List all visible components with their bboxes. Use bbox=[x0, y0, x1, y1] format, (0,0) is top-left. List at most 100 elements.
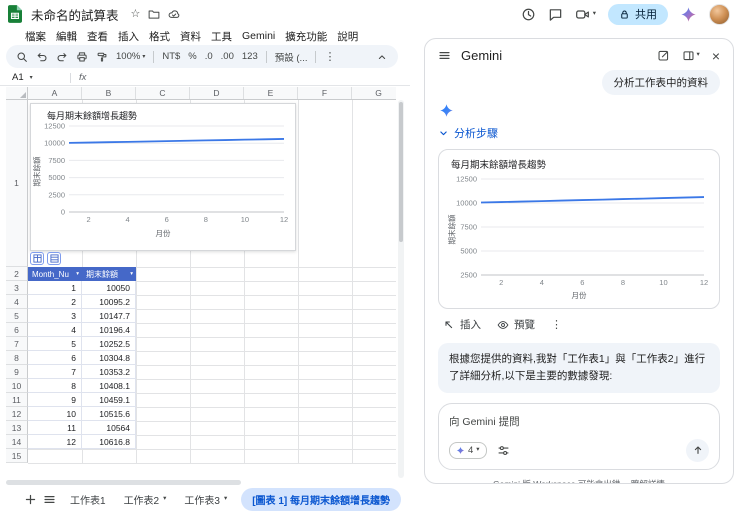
menu-item[interactable]: 編輯 bbox=[51, 28, 82, 45]
row-header[interactable]: 4 bbox=[6, 295, 28, 309]
formula-input[interactable] bbox=[86, 70, 410, 85]
name-box[interactable]: A1 ▾ bbox=[12, 72, 62, 83]
currency-format-button[interactable]: NT$ bbox=[162, 51, 180, 62]
gemini-ask-input[interactable] bbox=[449, 415, 709, 428]
column-header[interactable]: D bbox=[190, 87, 244, 99]
menu-item[interactable]: 擴充功能 bbox=[280, 28, 332, 45]
comments-icon[interactable] bbox=[548, 7, 563, 22]
table-cell[interactable]: 2 bbox=[28, 295, 82, 308]
meet-button[interactable]: ▾ bbox=[575, 7, 596, 22]
column-header[interactable]: G bbox=[352, 87, 396, 99]
filter-chevron-icon[interactable]: ▾ bbox=[130, 271, 133, 277]
version-history-icon[interactable] bbox=[521, 7, 536, 22]
table-cell[interactable]: 10147.7 bbox=[82, 309, 136, 322]
collapse-toolbar-button[interactable] bbox=[376, 51, 388, 63]
increase-decimal-button[interactable]: .00 bbox=[221, 51, 234, 62]
more-options-icon[interactable]: ⋮ bbox=[551, 318, 562, 331]
table-header-cell[interactable]: Month_Nu ▾ bbox=[28, 267, 82, 281]
tune-icon[interactable] bbox=[497, 444, 510, 457]
table-cell[interactable]: 10459.1 bbox=[82, 393, 136, 406]
row-header[interactable]: 7 bbox=[6, 337, 28, 351]
cloud-status-icon[interactable] bbox=[168, 8, 180, 20]
scrollbar-thumb[interactable] bbox=[399, 102, 403, 242]
table-cell[interactable]: 10564 bbox=[82, 421, 136, 434]
table-cell[interactable]: 11 bbox=[28, 421, 82, 434]
sheet-tab[interactable]: 工作表1 bbox=[62, 489, 114, 510]
all-sheets-button[interactable] bbox=[43, 493, 56, 506]
print-button[interactable] bbox=[76, 51, 88, 63]
search-menus-button[interactable] bbox=[16, 51, 28, 63]
toolbar-more-button[interactable]: ⋮ bbox=[324, 50, 335, 63]
menu-item[interactable]: 查看 bbox=[82, 28, 113, 45]
move-folder-icon[interactable] bbox=[148, 8, 160, 20]
table-cell[interactable]: 1 bbox=[28, 281, 82, 294]
column-header[interactable]: C bbox=[136, 87, 190, 99]
share-button[interactable]: 共用 bbox=[608, 3, 668, 25]
send-button[interactable] bbox=[686, 438, 709, 462]
account-avatar[interactable] bbox=[709, 3, 730, 25]
table-cell[interactable]: 10095.2 bbox=[82, 295, 136, 308]
horizontal-scrollbar[interactable] bbox=[6, 480, 396, 485]
select-all-corner[interactable] bbox=[6, 87, 28, 99]
table-cell[interactable]: 3 bbox=[28, 309, 82, 322]
column-header[interactable]: F bbox=[298, 87, 352, 99]
table-cell[interactable]: 10304.8 bbox=[82, 351, 136, 364]
menu-icon[interactable] bbox=[438, 49, 451, 62]
menu-item[interactable]: Gemini bbox=[237, 29, 280, 43]
column-header[interactable]: B bbox=[82, 87, 136, 99]
row-header[interactable]: 14 bbox=[6, 435, 28, 449]
row-header[interactable]: 12 bbox=[6, 407, 28, 421]
sheet-tab[interactable]: 工作表3 ▾ bbox=[176, 489, 235, 510]
table-cell[interactable]: 4 bbox=[28, 323, 82, 336]
table-cell[interactable]: 7 bbox=[28, 365, 82, 378]
add-sheet-button[interactable] bbox=[24, 493, 37, 506]
model-selector[interactable]: 4 ▾ bbox=[449, 441, 487, 459]
filter-chevron-icon[interactable]: ▾ bbox=[76, 271, 79, 277]
column-header[interactable]: E bbox=[244, 87, 298, 99]
percent-format-button[interactable]: % bbox=[188, 51, 196, 62]
learn-more-link[interactable]: 瞭解詳情 bbox=[631, 479, 665, 483]
menu-item[interactable]: 檔案 bbox=[20, 28, 51, 45]
row-header[interactable]: 1 bbox=[6, 100, 28, 267]
star-icon[interactable]: ☆ bbox=[131, 8, 141, 20]
new-chat-icon[interactable] bbox=[657, 49, 670, 62]
spreadsheet-grid[interactable]: 1 2 3 4 5 6 7 8 9 10 11 12 13 14 15 每月期末餘額增長趨勢 0 2500 50… bbox=[6, 100, 396, 478]
undo-button[interactable] bbox=[36, 51, 48, 63]
analysis-steps-toggle[interactable]: 分析步驟 bbox=[425, 118, 733, 145]
table-cell[interactable]: 9 bbox=[28, 393, 82, 406]
menu-item[interactable]: 資料 bbox=[175, 28, 206, 45]
table-cell[interactable]: 10616.8 bbox=[82, 435, 136, 448]
sheets-logo-icon[interactable] bbox=[8, 5, 22, 23]
sheet-tab[interactable]: 工作表2 ▾ bbox=[116, 489, 175, 510]
font-selector[interactable]: 預設 (... bbox=[275, 50, 308, 64]
document-title[interactable]: 未命名的試算表 bbox=[31, 5, 119, 24]
vertical-scrollbar[interactable] bbox=[398, 100, 404, 478]
table-cell[interactable]: 10353.2 bbox=[82, 365, 136, 378]
table-chip-icon[interactable] bbox=[30, 252, 44, 265]
preview-chart-button[interactable]: 預覽 bbox=[497, 317, 535, 332]
active-sheet-tab[interactable]: [圖表 1] 每月期末餘額增長趨勢 bbox=[241, 488, 401, 511]
table-cell[interactable]: 10196.4 bbox=[82, 323, 136, 336]
row-header[interactable]: 2 bbox=[6, 267, 28, 281]
decrease-decimal-button[interactable]: .0 bbox=[205, 51, 213, 62]
row-header[interactable]: 8 bbox=[6, 351, 28, 365]
menu-item[interactable]: 插入 bbox=[113, 28, 144, 45]
table-cell[interactable]: 10408.1 bbox=[82, 379, 136, 392]
paint-format-button[interactable] bbox=[96, 51, 108, 63]
panel-dock-button[interactable]: ▾ bbox=[682, 49, 700, 62]
column-header[interactable]: A bbox=[28, 87, 82, 99]
row-header[interactable]: 10 bbox=[6, 379, 28, 393]
embedded-chart[interactable]: 每月期末餘額增長趨勢 0 2500 5000 7500 10000 12500 2 4 6 8 10… bbox=[30, 103, 296, 251]
row-header[interactable]: 9 bbox=[6, 365, 28, 379]
table-header-cell[interactable]: 期末餘額 ▾ bbox=[82, 267, 136, 281]
row-header[interactable]: 3 bbox=[6, 281, 28, 295]
table-cell[interactable]: 8 bbox=[28, 379, 82, 392]
row-header[interactable]: 15 bbox=[6, 449, 28, 463]
menu-item[interactable]: 格式 bbox=[144, 28, 175, 45]
table-cell[interactable]: 10 bbox=[28, 407, 82, 420]
redo-button[interactable] bbox=[56, 51, 68, 63]
table-cell[interactable]: 12 bbox=[28, 435, 82, 448]
table-cell[interactable]: 10050 bbox=[82, 281, 136, 294]
scrollbar-thumb[interactable] bbox=[6, 480, 241, 485]
table-cell[interactable]: 10252.5 bbox=[82, 337, 136, 350]
